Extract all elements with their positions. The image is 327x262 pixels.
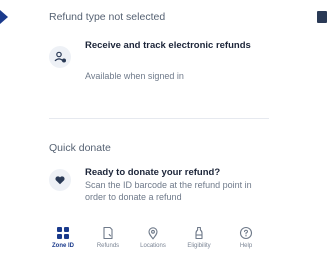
nav-locations[interactable]: Locations xyxy=(130,223,176,257)
donate-refund-title: Ready to donate your refund? xyxy=(85,167,221,178)
section-divider xyxy=(49,118,269,119)
nav-zone-id[interactable]: Zone ID xyxy=(40,223,86,257)
next-page-edge-icon[interactable] xyxy=(317,11,327,23)
heart-icon xyxy=(49,169,71,191)
donate-refund-description: Scan the ID barcode at the refund point … xyxy=(85,180,252,202)
electronic-refunds-card[interactable]: Receive and track electronic refunds Ava… xyxy=(49,40,279,90)
electronic-refunds-title: Receive and track electronic refunds xyxy=(85,40,251,51)
nav-label-locations: Locations xyxy=(140,243,166,249)
nav-help[interactable]: Help xyxy=(223,223,269,257)
nav-label-help: Help xyxy=(239,243,253,249)
quick-donate-title: Quick donate xyxy=(49,142,111,154)
nav-label-eligibility: Eligibility xyxy=(187,243,211,249)
nav-eligibility[interactable]: Eligibility xyxy=(176,223,222,257)
donate-refund-card[interactable]: Ready to donate your refund? Scan the ID… xyxy=(49,167,279,222)
refund-type-title: Refund type not selected xyxy=(49,11,166,23)
previous-page-arrow-icon[interactable] xyxy=(0,10,8,24)
nav-label-zone-id: Zone ID xyxy=(52,243,74,249)
electronic-refunds-description: Available when signed in xyxy=(85,71,184,81)
bottom-navigation: Zone ID Refunds Locations Eligibility He… xyxy=(40,223,276,259)
nav-label-refunds: Refunds xyxy=(96,243,120,249)
nav-refunds[interactable]: Refunds xyxy=(85,223,131,257)
user-plus-icon xyxy=(49,46,71,68)
